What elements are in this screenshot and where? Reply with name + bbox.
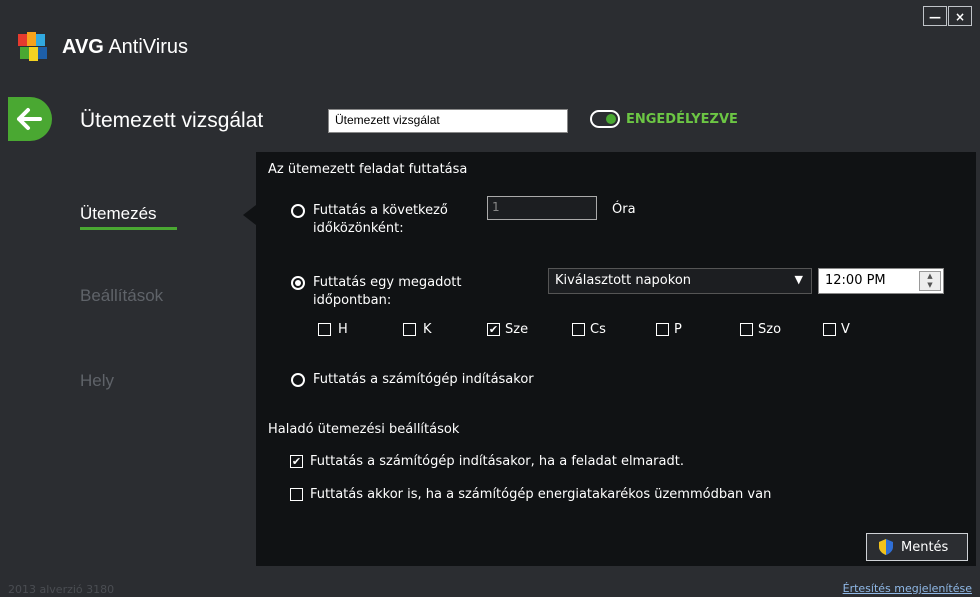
- avg-logo-icon: [18, 32, 52, 62]
- power-save-label: Futtatás akkor is, ha a számítógép energ…: [310, 487, 772, 502]
- interval-radio[interactable]: [291, 204, 305, 218]
- arrow-left-icon: [17, 108, 42, 130]
- day-label: H: [338, 322, 348, 337]
- save-button[interactable]: Mentés: [866, 533, 968, 561]
- show-notification-link[interactable]: Értesítés megjelenítése: [843, 582, 972, 595]
- specific-time-radio[interactable]: [291, 276, 305, 290]
- interval-unit: Óra: [612, 202, 636, 217]
- days-dropdown[interactable]: Kiválasztott napokon ▼: [548, 268, 812, 294]
- nav-item-schedule[interactable]: Ütemezés: [80, 204, 157, 224]
- app-title: AVG AntiVirus: [62, 36, 188, 59]
- day-label: Cs: [590, 322, 606, 337]
- day-checkbox-p[interactable]: [656, 323, 669, 336]
- section-title-advanced: Haladó ütemezési beállítások: [268, 422, 460, 437]
- day-checkbox-szo[interactable]: [740, 323, 753, 336]
- shield-icon: [879, 539, 893, 555]
- chevron-down-icon: ▼: [794, 273, 803, 286]
- checkmark-icon: ✔: [488, 323, 499, 336]
- interval-label-line2: időközönként:: [313, 221, 404, 236]
- save-label: Mentés: [901, 540, 949, 555]
- task-name-input[interactable]: Ütemezett vizsgálat: [328, 109, 568, 133]
- day-checkbox-h[interactable]: [318, 323, 331, 336]
- nav-pointer: [243, 205, 256, 225]
- specific-label-line1: Futtatás egy megadott: [313, 275, 462, 290]
- interval-label-line1: Futtatás a következő: [313, 203, 448, 218]
- power-save-checkbox[interactable]: [290, 488, 303, 501]
- toggle-knob: [606, 114, 616, 124]
- day-label: K: [423, 322, 432, 337]
- day-checkbox-sze[interactable]: ✔: [487, 323, 500, 336]
- nav-item-location[interactable]: Hely: [80, 371, 114, 391]
- close-button[interactable]: ×: [948, 6, 972, 26]
- day-label: Sze: [505, 322, 529, 337]
- brand-name: AVG: [62, 36, 104, 58]
- page-title: Ütemezett vizsgálat: [80, 109, 264, 132]
- status-label: ENGEDÉLYEZVE: [626, 112, 738, 127]
- day-label: P: [674, 322, 682, 337]
- day-label: Szo: [758, 322, 782, 337]
- interval-input[interactable]: 1: [487, 196, 597, 220]
- day-checkbox-v[interactable]: [823, 323, 836, 336]
- time-spinner[interactable]: ▲ ▼: [919, 271, 941, 291]
- checkmark-icon: ✔: [291, 455, 302, 468]
- back-button[interactable]: [8, 97, 52, 141]
- missed-task-label: Futtatás a számítógép indításakor, ha a …: [310, 454, 684, 469]
- startup-label: Futtatás a számítógép indításakor: [313, 372, 534, 387]
- day-checkbox-cs[interactable]: [572, 323, 585, 336]
- version-label: 2013 alverzió 3180: [8, 583, 115, 596]
- nav-item-settings[interactable]: Beállítások: [80, 286, 163, 306]
- minimize-button[interactable]: —: [923, 6, 947, 26]
- nav-active-indicator: [80, 227, 177, 230]
- specific-label-line2: időpontban:: [313, 293, 392, 308]
- product-name: AntiVirus: [108, 36, 188, 58]
- section-title-run: Az ütemezett feladat futtatása: [268, 162, 468, 177]
- day-checkbox-k[interactable]: [403, 323, 416, 336]
- dropdown-value: Kiválasztott napokon: [555, 273, 692, 288]
- missed-task-checkbox[interactable]: ✔: [290, 455, 303, 468]
- enabled-toggle[interactable]: [590, 110, 620, 128]
- startup-radio[interactable]: [291, 373, 305, 387]
- day-label: V: [841, 322, 850, 337]
- app-window: — × AVG AntiVirus Ütemezett vizsgálat Üt…: [0, 0, 980, 597]
